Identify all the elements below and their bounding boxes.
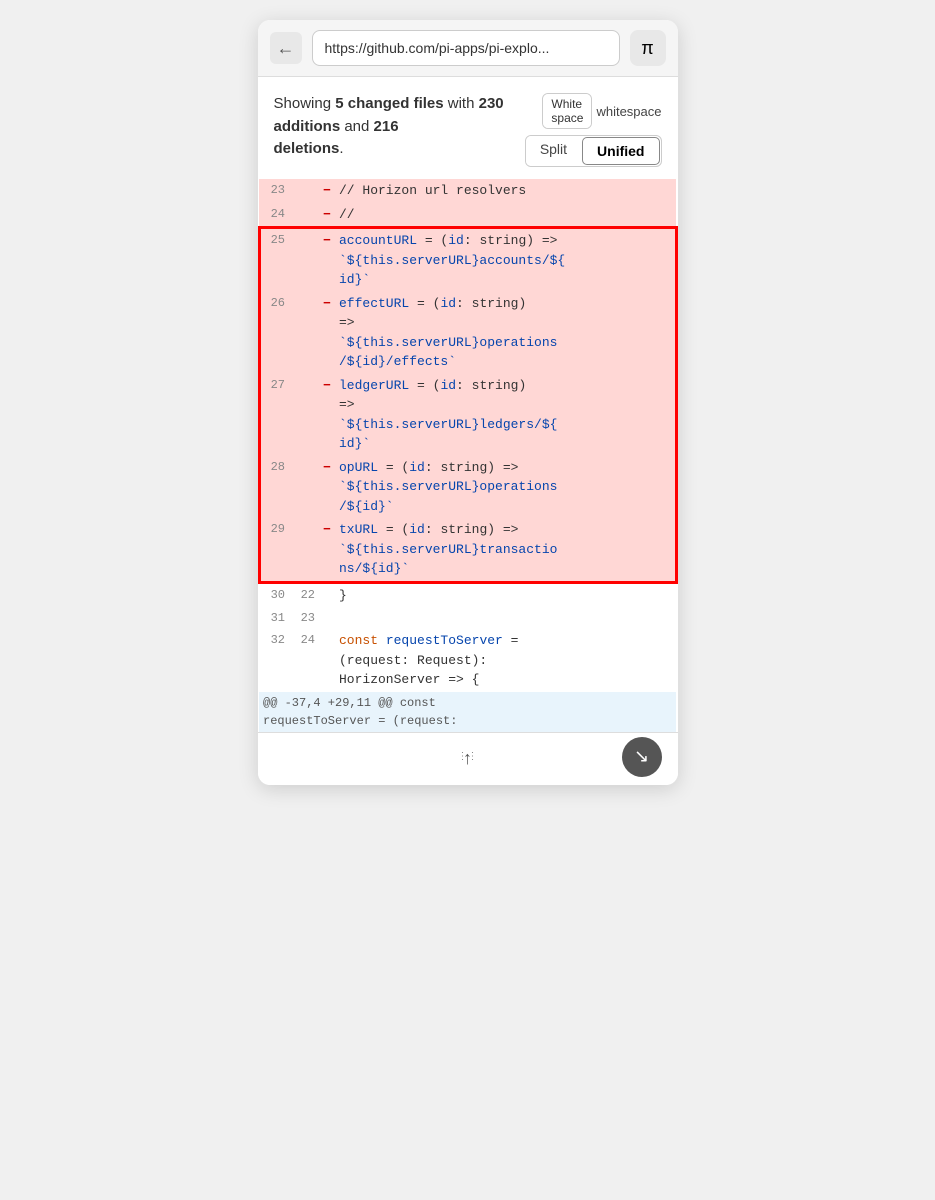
old-line-num: 25 <box>259 228 289 292</box>
new-line-num <box>289 518 319 582</box>
line-op: − <box>319 374 335 456</box>
back-icon: ← <box>277 38 295 59</box>
table-row: 30 22 } <box>259 582 676 607</box>
line-op <box>319 607 335 629</box>
new-line-num <box>289 203 319 228</box>
upload-button[interactable]: ↑ ⋮⋮ <box>450 741 486 777</box>
table-row: 29 − txURL = (id: string) => `${this.ser… <box>259 518 676 582</box>
bottom-bar: ↑ ⋮⋮ ↘ <box>258 732 678 785</box>
old-line-num: 26 <box>259 292 289 374</box>
table-row: 26 − effectURL = (id: string) => `${this… <box>259 292 676 374</box>
line-op: − <box>319 518 335 582</box>
line-content: ledgerURL = (id: string) => `${this.serv… <box>335 374 676 456</box>
table-row: 23 − // Horizon url resolvers <box>259 179 676 203</box>
split-view-button[interactable]: Split <box>526 136 581 166</box>
table-row: 25 − accountURL = (id: string) => `${thi… <box>259 228 676 292</box>
diff-controls: Whitespace whitespace Split Unified <box>525 93 662 167</box>
old-line-num: 31 <box>259 607 289 629</box>
table-row: 28 − opURL = (id: string) => `${this.ser… <box>259 456 676 519</box>
pi-button[interactable]: π <box>630 30 666 66</box>
line-content: opURL = (id: string) => `${this.serverUR… <box>335 456 676 519</box>
line-content: } <box>335 582 676 607</box>
new-line-num: 24 <box>289 629 319 692</box>
unified-view-button[interactable]: Unified <box>582 137 659 165</box>
url-text: https://github.com/pi-apps/pi-explo... <box>325 40 550 56</box>
new-line-num: 23 <box>289 607 319 629</box>
old-line-num: 28 <box>259 456 289 519</box>
table-row: 24 − // <box>259 203 676 228</box>
new-line-num <box>289 179 319 203</box>
deletions-label: deletions <box>274 140 340 157</box>
diff-header: Showing 5 changed files with 230 additio… <box>258 77 678 179</box>
new-line-num <box>289 456 319 519</box>
hunk-header-text: @@ -37,4 +29,11 @@ constrequestToServer … <box>263 696 457 728</box>
hunk-header: @@ -37,4 +29,11 @@ constrequestToServer … <box>259 692 676 732</box>
new-line-num <box>289 228 319 292</box>
line-op: − <box>319 292 335 374</box>
whitespace-toggle[interactable]: Whitespace <box>542 93 592 129</box>
old-line-num: 32 <box>259 629 289 692</box>
diff-table: 23 − // Horizon url resolvers 24 − // <box>258 179 678 732</box>
line-content: // <box>335 203 676 228</box>
whitespace-on-option[interactable]: Whitespace <box>543 94 591 128</box>
line-content: // Horizon url resolvers <box>335 179 676 203</box>
line-op <box>319 582 335 607</box>
new-line-num: 22 <box>289 582 319 607</box>
table-row: 27 − ledgerURL = (id: string) => `${this… <box>259 374 676 456</box>
browser-bar: ← https://github.com/pi-apps/pi-explo...… <box>258 20 678 77</box>
line-op <box>319 629 335 692</box>
view-toggle[interactable]: Split Unified <box>525 135 662 167</box>
whitespace-row: Whitespace whitespace <box>542 93 661 129</box>
diff-content: 23 − // Horizon url resolvers 24 − // <box>258 179 678 732</box>
line-op: − <box>319 456 335 519</box>
diff-summary: Showing 5 changed files with 230 additio… <box>274 93 513 161</box>
back-button[interactable]: ← <box>270 32 302 64</box>
whitespace-label: whitespace <box>596 104 661 119</box>
phone-frame: ← https://github.com/pi-apps/pi-explo...… <box>258 20 678 785</box>
old-line-num: 24 <box>259 203 289 228</box>
line-content: const requestToServer = (request: Reques… <box>335 629 676 692</box>
line-content: effectURL = (id: string) => `${this.serv… <box>335 292 676 374</box>
pi-icon: π <box>641 38 653 59</box>
new-line-num <box>289 292 319 374</box>
old-line-num: 29 <box>259 518 289 582</box>
old-line-num: 30 <box>259 582 289 607</box>
line-content: accountURL = (id: string) => `${this.ser… <box>335 228 676 292</box>
line-content <box>335 607 676 629</box>
table-row: 31 23 <box>259 607 676 629</box>
hunk-header-row: @@ -37,4 +29,11 @@ constrequestToServer … <box>259 692 676 732</box>
scroll-icon: ↘ <box>634 746 649 767</box>
scroll-to-bottom-button[interactable]: ↘ <box>622 737 662 777</box>
line-op: − <box>319 203 335 228</box>
line-content: txURL = (id: string) => `${this.serverUR… <box>335 518 676 582</box>
line-op: − <box>319 179 335 203</box>
old-line-num: 23 <box>259 179 289 203</box>
line-op: − <box>319 228 335 292</box>
table-row: 32 24 const requestToServer = (request: … <box>259 629 676 692</box>
old-line-num: 27 <box>259 374 289 456</box>
new-line-num <box>289 374 319 456</box>
url-bar[interactable]: https://github.com/pi-apps/pi-explo... <box>312 30 620 66</box>
files-changed: 5 changed files <box>335 95 443 112</box>
deletions-count: 216 <box>374 118 399 135</box>
